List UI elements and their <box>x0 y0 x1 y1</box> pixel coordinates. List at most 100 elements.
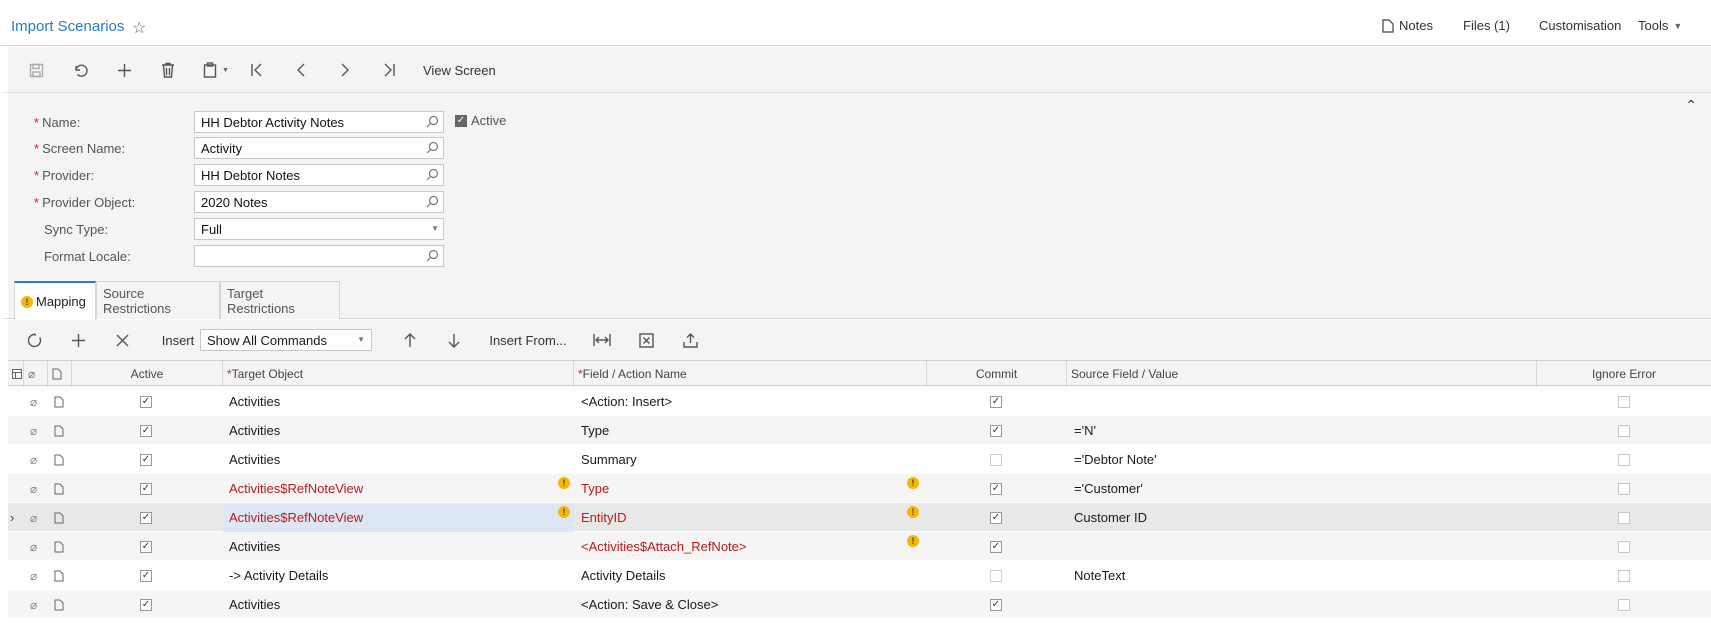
target-object-cell[interactable]: Activities$RefNoteView! <box>223 503 574 532</box>
next-record-button[interactable] <box>331 47 359 93</box>
column-header-source-field[interactable]: Source Field / Value <box>1067 361 1537 387</box>
add-button[interactable] <box>110 47 138 93</box>
insert-from-button[interactable]: Insert From... <box>478 320 578 360</box>
tools-menu[interactable]: Tools ▼ <box>1638 18 1682 33</box>
refresh-button[interactable] <box>20 320 48 360</box>
tab-source-restrictions[interactable]: Source Restrictions <box>96 281 220 319</box>
table-row[interactable]: ⌀ ✓ Activities Summary ='Debtor Note' <box>8 445 1711 474</box>
format-locale-field[interactable] <box>194 245 444 267</box>
ignore-error-checkbox[interactable] <box>1618 387 1638 416</box>
sync-type-select[interactable]: Full ▼ <box>194 218 444 240</box>
table-row[interactable]: ⌀ ✓ Activities <Action: Save & Close> ✓ <box>8 590 1711 619</box>
active-checkbox[interactable]: ✓ <box>140 590 160 619</box>
undo-button[interactable] <box>66 47 94 93</box>
active-checkbox[interactable]: ✓ <box>140 561 160 590</box>
source-field-cell[interactable]: ='N' <box>1067 416 1537 445</box>
attachment-icon[interactable]: ⌀ <box>30 561 44 590</box>
note-icon[interactable] <box>54 445 68 474</box>
source-field-cell[interactable]: ='Debtor Note' <box>1067 445 1537 474</box>
note-icon[interactable] <box>54 590 68 619</box>
field-action-cell[interactable]: Activity Details <box>574 561 927 590</box>
ignore-error-checkbox[interactable] <box>1618 474 1638 503</box>
active-checkbox[interactable]: ✓ <box>140 387 160 416</box>
ignore-error-checkbox[interactable] <box>1618 445 1638 474</box>
table-row[interactable]: ⌀ ✓ Activities$RefNoteView! Type! ✓ ='Custome… <box>8 474 1711 503</box>
active-checkbox[interactable]: ✓ <box>140 416 160 445</box>
target-object-cell[interactable]: Activities <box>223 387 574 416</box>
target-object-cell[interactable]: Activities <box>223 532 574 561</box>
notes-button[interactable]: Notes <box>1382 18 1433 33</box>
table-row[interactable]: ⌀ ✓ Activities <Action: Insert> ✓ <box>8 387 1711 416</box>
note-icon[interactable] <box>54 561 68 590</box>
favorite-star-icon[interactable]: ☆ <box>132 18 146 38</box>
collapse-chevron-up-icon[interactable]: ⌃ <box>1685 97 1697 114</box>
customisation-menu[interactable]: Customisation <box>1539 18 1621 33</box>
commit-checkbox[interactable] <box>990 445 1010 474</box>
tab-target-restrictions[interactable]: Target Restrictions <box>220 281 340 319</box>
note-icon[interactable] <box>54 503 68 532</box>
column-header-target-object[interactable]: * Target Object <box>223 361 574 387</box>
field-action-cell[interactable]: <Activities$Attach_RefNote>! <box>574 532 927 561</box>
column-settings-icon[interactable] <box>8 361 24 387</box>
last-record-button[interactable] <box>375 47 403 93</box>
commit-checkbox[interactable]: ✓ <box>990 503 1010 532</box>
target-object-cell[interactable]: Activities <box>223 590 574 619</box>
attachment-icon[interactable]: ⌀ <box>30 416 44 445</box>
move-up-button[interactable] <box>396 320 424 360</box>
commit-checkbox[interactable]: ✓ <box>990 416 1010 445</box>
upload-button[interactable] <box>676 320 704 360</box>
delete-button[interactable] <box>154 47 182 93</box>
active-checkbox[interactable]: ✓ <box>140 532 160 561</box>
source-field-cell[interactable] <box>1067 532 1537 561</box>
commit-checkbox[interactable]: ✓ <box>990 590 1010 619</box>
source-field-cell[interactable]: ='Customer' <box>1067 474 1537 503</box>
field-action-cell[interactable]: Type! <box>574 474 927 503</box>
add-row-button[interactable] <box>64 320 92 360</box>
target-object-cell[interactable]: Activities <box>223 445 574 474</box>
field-action-cell[interactable]: Type <box>574 416 927 445</box>
move-down-button[interactable] <box>440 320 468 360</box>
ignore-error-checkbox[interactable] <box>1618 503 1638 532</box>
target-object-cell[interactable]: Activities <box>223 416 574 445</box>
view-screen-button[interactable]: View Screen <box>423 47 513 93</box>
target-object-cell[interactable]: -> Activity Details <box>223 561 574 590</box>
column-header-active[interactable]: Active <box>72 361 223 387</box>
provider-field[interactable]: HH Debtor Notes <box>194 164 444 186</box>
previous-record-button[interactable] <box>287 47 315 93</box>
save-button[interactable] <box>22 47 50 93</box>
attachment-icon[interactable]: ⌀ <box>30 387 44 416</box>
ignore-error-checkbox[interactable] <box>1618 532 1638 561</box>
name-field[interactable]: HH Debtor Activity Notes <box>194 111 444 133</box>
table-row[interactable]: ⌀ ✓ Activities <Activities$Attach_RefNote>!… <box>8 532 1711 561</box>
note-icon[interactable] <box>54 416 68 445</box>
clipboard-menu[interactable]: ▼ <box>196 47 236 93</box>
note-icon[interactable] <box>54 532 68 561</box>
ignore-error-checkbox[interactable] <box>1618 561 1638 590</box>
field-action-cell[interactable]: EntityID! <box>574 503 927 532</box>
attachment-icon[interactable]: ⌀ <box>30 474 44 503</box>
ignore-error-checkbox[interactable] <box>1618 416 1638 445</box>
commit-checkbox[interactable]: ✓ <box>990 387 1010 416</box>
target-object-cell[interactable]: Activities$RefNoteView! <box>223 474 574 503</box>
commit-checkbox[interactable] <box>990 561 1010 590</box>
commit-checkbox[interactable]: ✓ <box>990 474 1010 503</box>
source-field-cell[interactable] <box>1067 387 1537 416</box>
tab-mapping[interactable]: ! Mapping <box>14 281 96 320</box>
attachment-icon[interactable]: ⌀ <box>30 532 44 561</box>
ignore-error-checkbox[interactable] <box>1618 590 1638 619</box>
column-header-commit[interactable]: Commit <box>927 361 1067 387</box>
files-button[interactable]: Files (1) <box>1463 18 1510 33</box>
source-field-cell[interactable]: NoteText <box>1067 561 1537 590</box>
field-action-cell[interactable]: Summary <box>574 445 927 474</box>
delete-row-button[interactable] <box>108 320 136 360</box>
insert-button[interactable]: Insert <box>150 320 206 360</box>
table-row[interactable]: ⌀ ✓ Activities Type ✓ ='N' <box>8 416 1711 445</box>
active-checkbox[interactable]: ✓ <box>140 503 160 532</box>
fit-columns-button[interactable] <box>588 320 616 360</box>
screen-name-field[interactable]: Activity <box>194 137 444 159</box>
column-header-field-action[interactable]: * Field / Action Name <box>574 361 927 387</box>
first-record-button[interactable] <box>243 47 271 93</box>
attachment-icon[interactable]: ⌀ <box>30 590 44 619</box>
table-row[interactable]: ⌀ ✓ -> Activity Details Activity Details Not… <box>8 561 1711 590</box>
source-field-cell[interactable]: Customer ID <box>1067 503 1537 532</box>
